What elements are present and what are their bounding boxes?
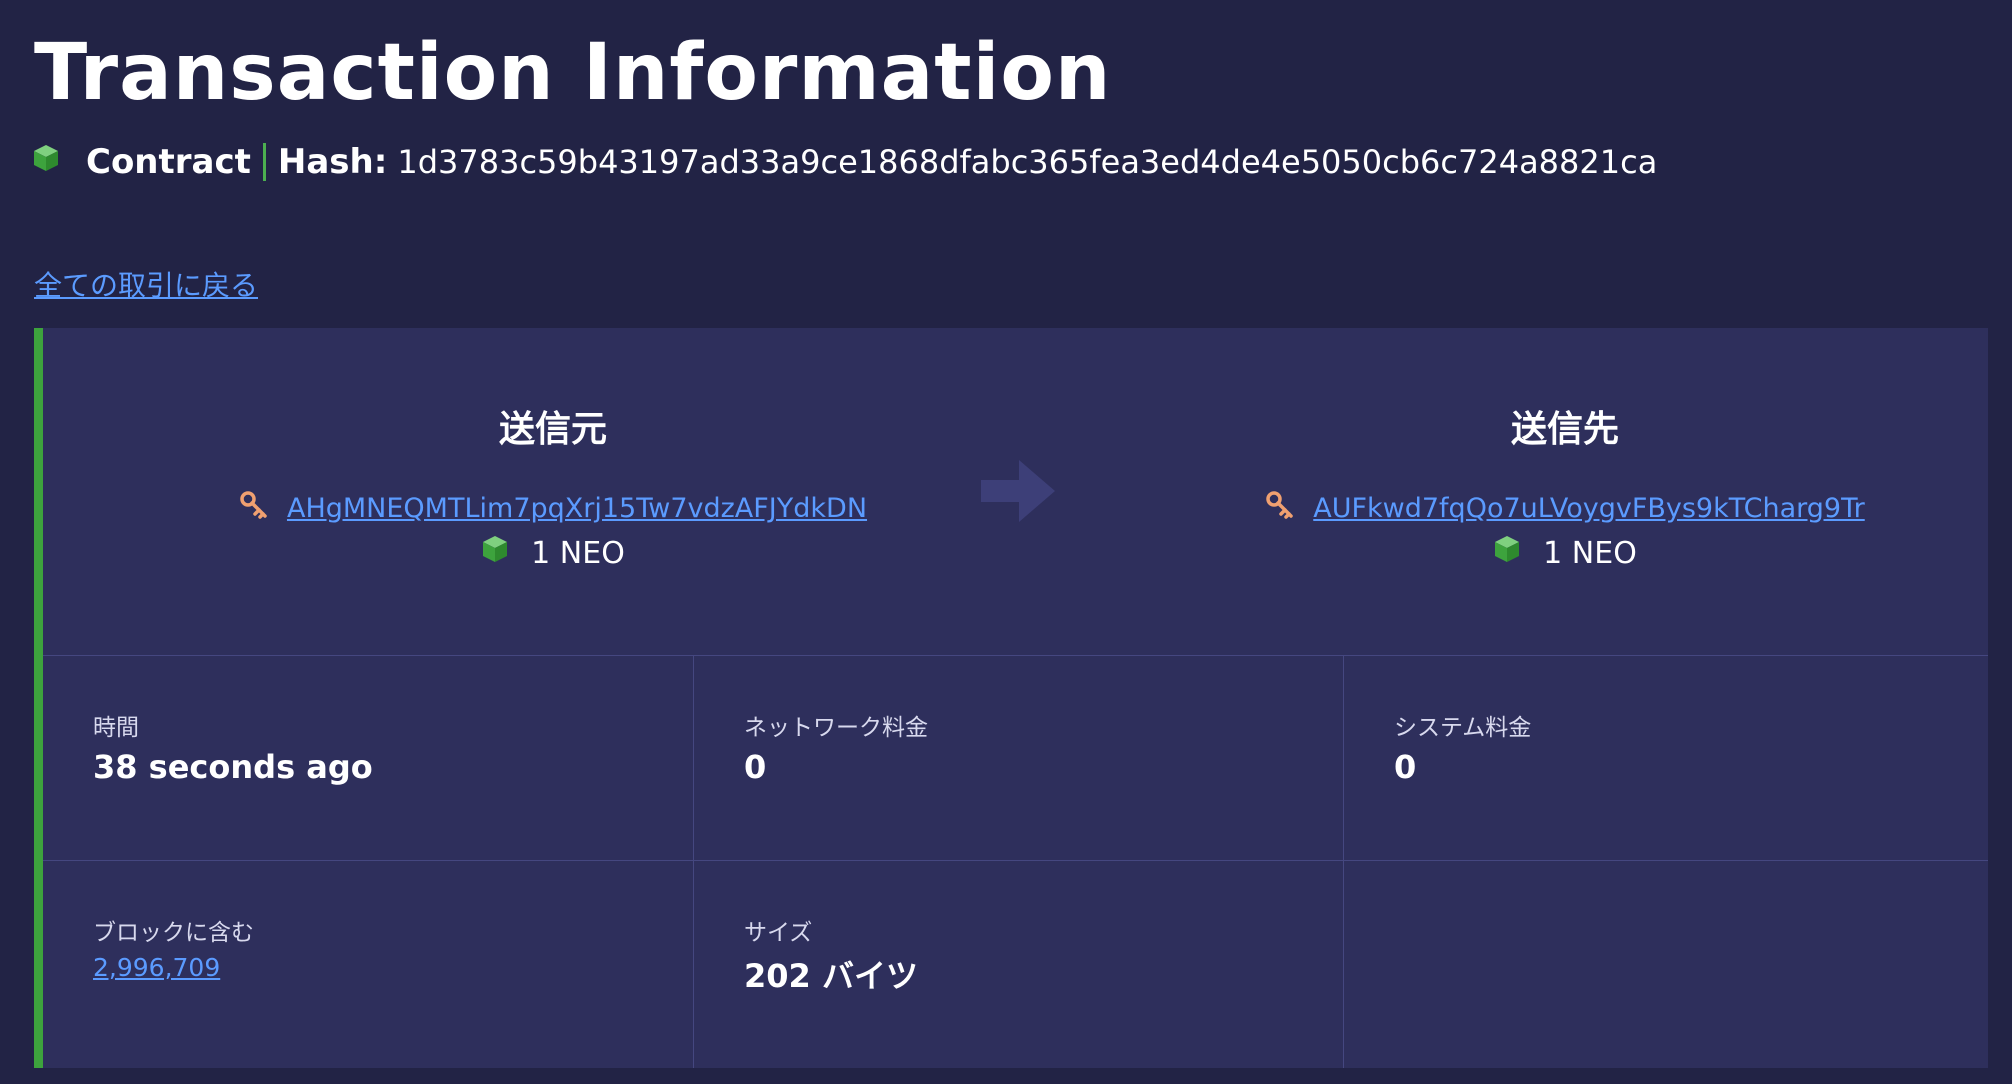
network-fee-cell: ネットワーク料金 0 [693, 655, 1343, 860]
hash-value: 1d3783c59b43197ad33a9ce1868dfabc365fea3e… [397, 143, 1658, 181]
key-icon [1265, 490, 1295, 527]
time-value: 38 seconds ago [93, 748, 373, 786]
size-cell: サイズ 202 バイツ [693, 860, 1343, 1068]
key-icon [239, 490, 269, 527]
transaction-card: 送信元 AHgMNEQMTLim7pqXrj15Tw7vdzAFJYdkDN 1… [34, 328, 1988, 1068]
sender-title: 送信元 [498, 409, 607, 450]
block-label: ブロックに含む [93, 920, 254, 946]
time-cell: 時間 38 seconds ago [43, 655, 693, 860]
empty-cell [1343, 860, 1988, 1068]
arrow-right-icon [977, 450, 1059, 536]
block-cell: ブロックに含む 2,996,709 [43, 860, 693, 1068]
separator [262, 143, 266, 181]
sender-address-row: AHgMNEQMTLim7pqXrj15Tw7vdzAFJYdkDN [103, 490, 1003, 527]
recipient-address-link[interactable]: AUFkwd7fqQo7uLVoygvFBys9kTCharg9Tr [1313, 493, 1864, 524]
size-value: 202 バイツ [744, 957, 918, 995]
transaction-page: Transaction Information Contract Hash: 1… [0, 0, 2012, 1084]
details-grid: 時間 38 seconds ago ネットワーク料金 0 システム料金 0 ブロ… [43, 655, 1988, 1068]
network-fee-value: 0 [744, 748, 767, 786]
recipient-address-row: AUFkwd7fqQo7uLVoygvFBys9kTCharg9Tr [1115, 490, 2012, 527]
recipient-title: 送信先 [1510, 409, 1619, 450]
sender-address-link[interactable]: AHgMNEQMTLim7pqXrj15Tw7vdzAFJYdkDN [287, 493, 867, 524]
cube-icon [481, 534, 509, 572]
size-label: サイズ [744, 920, 813, 946]
recipient-amount-row: 1 NEO [1115, 534, 2012, 572]
cube-icon [32, 140, 60, 184]
block-height-link[interactable]: 2,996,709 [93, 953, 220, 982]
transfer-section: 送信元 AHgMNEQMTLim7pqXrj15Tw7vdzAFJYdkDN 1… [43, 328, 1988, 655]
transaction-type: Contract [86, 142, 251, 182]
page-title: Transaction Information [34, 28, 1112, 118]
back-to-transactions-link[interactable]: 全ての取引に戻る [34, 264, 258, 304]
sender-amount-row: 1 NEO [103, 534, 1003, 572]
transaction-hash-line: Contract Hash: 1d3783c59b43197ad33a9ce18… [32, 140, 1657, 184]
system-fee-label: システム料金 [1394, 715, 1532, 741]
sender-amount: 1 NEO [531, 535, 625, 571]
hash-label: Hash: [277, 142, 388, 182]
network-fee-label: ネットワーク料金 [744, 715, 928, 741]
system-fee-value: 0 [1394, 748, 1417, 786]
system-fee-cell: システム料金 0 [1343, 655, 1988, 860]
recipient-amount: 1 NEO [1543, 535, 1637, 571]
cube-icon [1493, 534, 1521, 572]
time-label: 時間 [93, 715, 139, 741]
